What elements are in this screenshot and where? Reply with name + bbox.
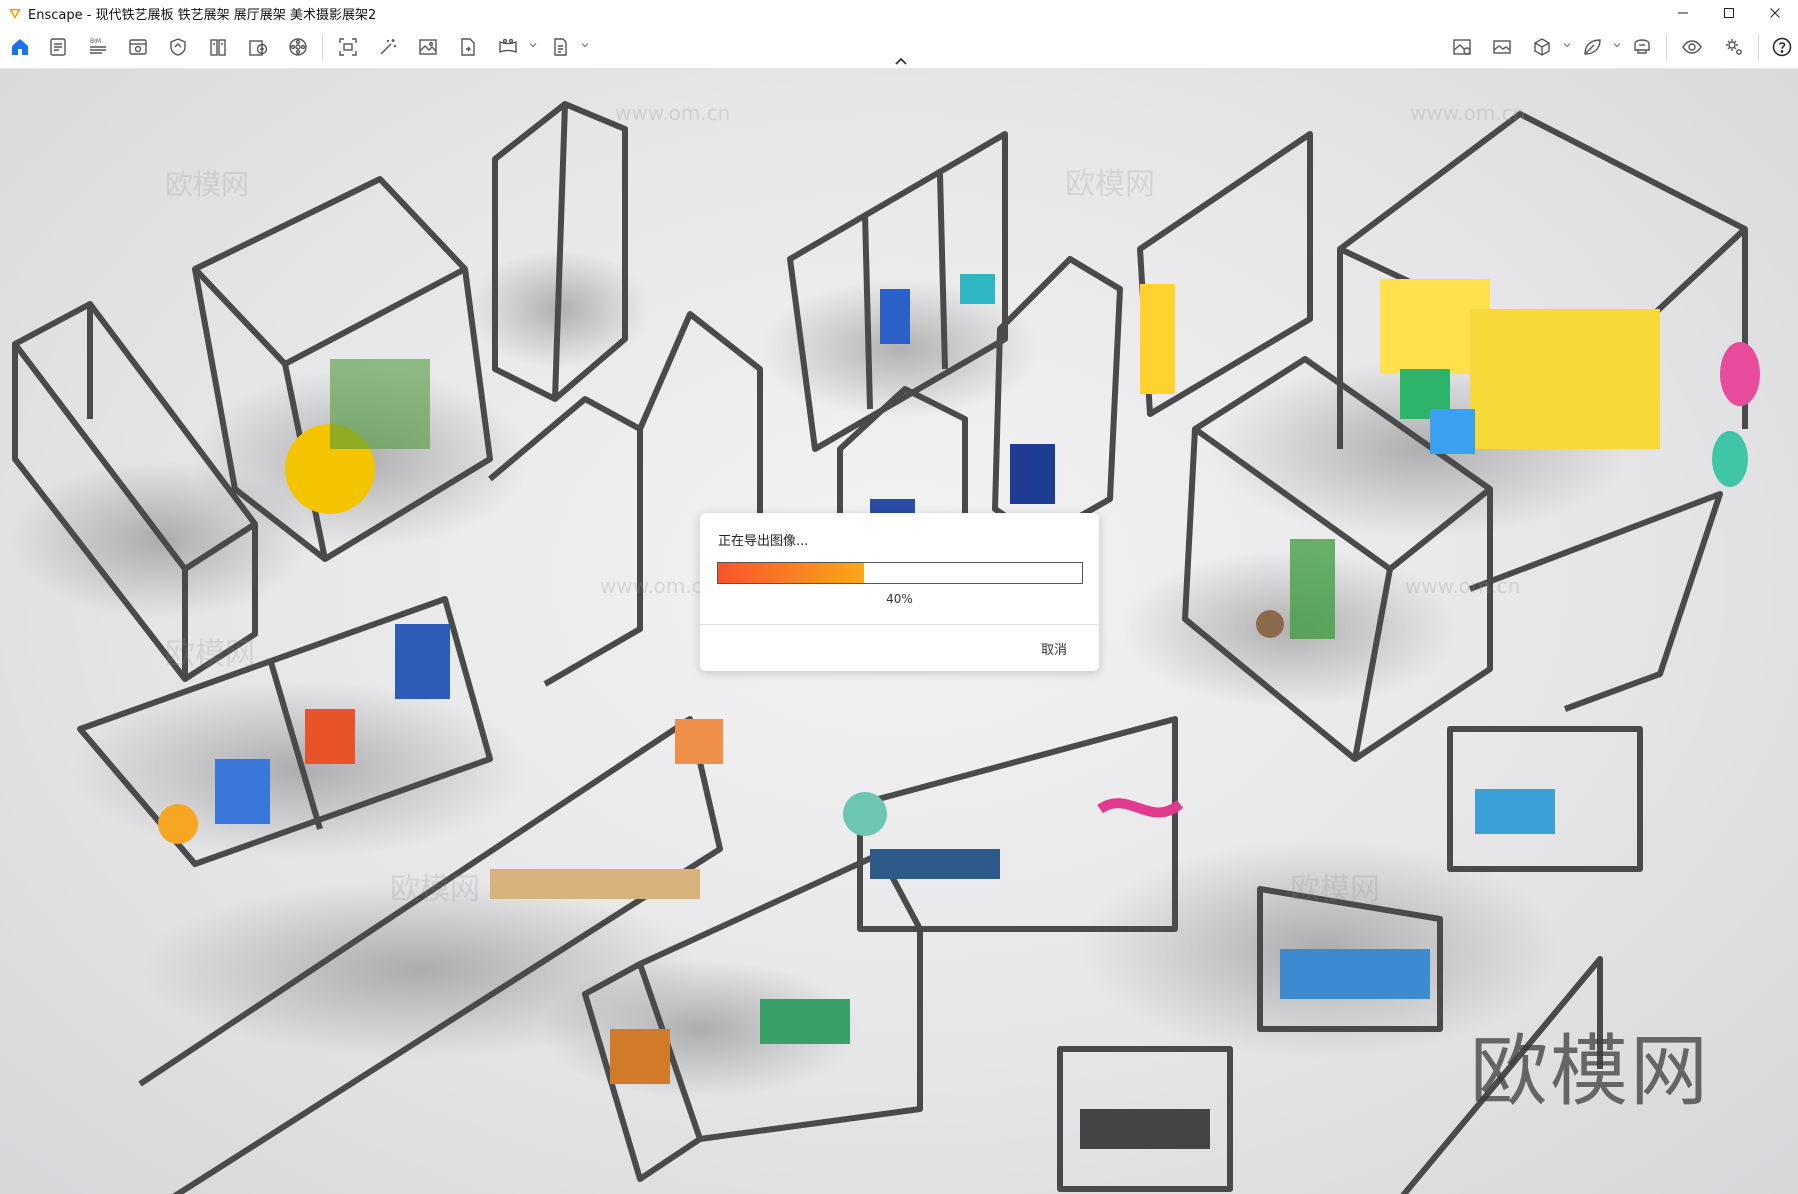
close-button[interactable]: [1752, 0, 1798, 26]
chevron-down-icon[interactable]: [580, 40, 590, 50]
watermark-url: www.om.cn: [600, 574, 716, 598]
toolbar-separator: [1758, 34, 1759, 60]
visibility-button[interactable]: [1680, 35, 1704, 59]
reel-button[interactable]: [286, 35, 310, 59]
home-icon: [12, 39, 28, 55]
bim-button[interactable]: BIM: [86, 35, 110, 59]
image-button[interactable]: [416, 35, 440, 59]
eye-view-icon: [129, 39, 147, 55]
close-icon: [1770, 8, 1780, 18]
dialog-divider: [700, 624, 1099, 625]
leaf-button[interactable]: [1580, 35, 1604, 59]
chevron-down-icon[interactable]: [528, 40, 538, 50]
toolbar-separator: [1666, 34, 1667, 60]
svg-text:欧模网: 欧模网: [165, 168, 249, 201]
chevron-down-icon[interactable]: [1612, 40, 1622, 50]
window-controls: [1660, 0, 1798, 26]
reel-icon: [289, 38, 307, 56]
watermark-url: www.om.cn: [1410, 101, 1526, 125]
shield-icon: [170, 38, 186, 56]
batch-render-icon: [554, 38, 567, 56]
shield-button[interactable]: [166, 35, 190, 59]
watermark-url: www.om.cn: [615, 101, 731, 125]
panorama-button[interactable]: [496, 35, 520, 59]
settings-icon: [1726, 39, 1742, 55]
vr-headset-icon: [1634, 39, 1650, 54]
toolbar: BIM: [0, 26, 1798, 69]
export-progress-dialog: 正在导出图像... 40% 取消: [700, 513, 1099, 671]
dialog-title: 正在导出图像...: [718, 534, 809, 549]
document-button[interactable]: [46, 35, 70, 59]
panorama-icon: [499, 38, 517, 54]
svg-text:欧模网: 欧模网: [390, 872, 480, 907]
view-button[interactable]: [126, 35, 150, 59]
cancel-button[interactable]: 取消: [1035, 637, 1073, 660]
progress-bar-fill: [718, 563, 864, 583]
batch-render-button[interactable]: [548, 35, 572, 59]
upload-asset-button[interactable]: [246, 35, 270, 59]
cube-icon: [1534, 38, 1550, 56]
file-export-icon: [461, 38, 475, 56]
file-export-button[interactable]: [456, 35, 480, 59]
cube-button[interactable]: [1530, 35, 1554, 59]
svg-text:欧模网: 欧模网: [165, 637, 255, 672]
vr-headset-button[interactable]: [1630, 35, 1654, 59]
document-icon: [50, 38, 66, 56]
svg-text:BIM: BIM: [90, 38, 101, 45]
title-bar: Enscape - 现代铁艺展板 铁艺展架 展厅展架 美术摄影展架2: [0, 0, 1798, 26]
maximize-icon: [1724, 8, 1734, 18]
screenshot-icon: [339, 38, 357, 56]
image-icon: [419, 39, 437, 55]
book-icon: [210, 39, 226, 56]
gallery-button[interactable]: [1490, 35, 1514, 59]
library-button[interactable]: [206, 35, 230, 59]
svg-text:欧模网: 欧模网: [1290, 872, 1380, 907]
settings-button[interactable]: [1722, 35, 1746, 59]
collapse-toolbar-chevron-icon[interactable]: [893, 56, 909, 66]
screenshot-button[interactable]: [336, 35, 360, 59]
leaf-icon: [1584, 39, 1601, 55]
minimize-button[interactable]: [1660, 0, 1706, 26]
eye-icon: [1682, 40, 1702, 54]
home-button[interactable]: [8, 35, 32, 59]
magic-wand-icon: [380, 39, 396, 55]
capture-icon: [1453, 39, 1471, 55]
upload-asset-icon: [249, 40, 268, 56]
help-button[interactable]: [1770, 35, 1794, 59]
progress-bar: [717, 562, 1083, 584]
progress-percent-label: 40%: [886, 592, 913, 606]
gallery-icon: [1493, 40, 1511, 54]
chevron-down-icon[interactable]: [1562, 40, 1572, 50]
toolbar-separator: [322, 34, 323, 60]
capture-button[interactable]: [1450, 35, 1474, 59]
minimize-icon: [1678, 12, 1688, 14]
magic-wand-button[interactable]: [376, 35, 400, 59]
svg-text:欧模网: 欧模网: [1065, 167, 1155, 202]
maximize-button[interactable]: [1706, 0, 1752, 26]
enscape-logo-icon: [9, 9, 21, 19]
help-icon: [1772, 37, 1792, 57]
watermark-url: www.om.cn: [1405, 574, 1521, 598]
watermark-brand: 欧模网: [1470, 1027, 1711, 1117]
window-title: Enscape - 现代铁艺展板 铁艺展架 展厅展架 美术摄影展架2: [28, 7, 377, 23]
bim-icon: BIM: [90, 38, 106, 54]
